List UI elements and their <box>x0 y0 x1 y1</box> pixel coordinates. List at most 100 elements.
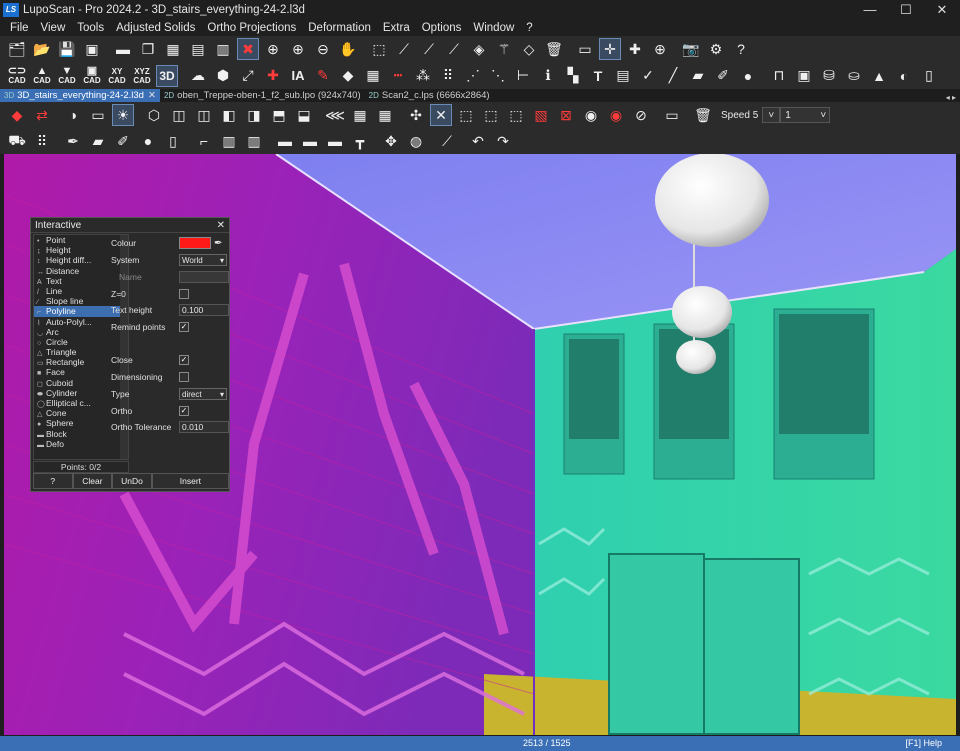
menu-ortho-projections[interactable]: Ortho Projections <box>201 22 302 34</box>
cad-link-icon[interactable]: ⊂⊃ CAD <box>6 65 28 87</box>
twod-points-icon[interactable]: ⋱ <box>487 65 509 87</box>
scanner-icon[interactable]: ⛟ <box>6 130 28 152</box>
check-tool-icon[interactable]: ✓ <box>637 65 659 87</box>
measure-icon[interactable]: ▭ <box>661 104 683 126</box>
right-view-icon[interactable]: ◨ <box>243 104 265 126</box>
zoom-in-icon[interactable]: ⊕ <box>262 38 284 60</box>
mesh-icon[interactable]: ⬢ <box>212 65 234 87</box>
red-box-icon[interactable]: ▧ <box>530 104 552 126</box>
ortho-checkbox[interactable]: ✓ <box>179 406 189 416</box>
pipette-icon[interactable]: ✒ <box>214 238 222 249</box>
wand-icon[interactable]: ⚚ <box>493 38 515 60</box>
speed-value-dropdown[interactable]: 1 ˅ <box>780 107 831 123</box>
twod-axis-icon[interactable]: ⊢ <box>512 65 534 87</box>
book-icon[interactable]: ▥ <box>218 130 240 152</box>
close-checkbox[interactable]: ✓ <box>179 355 189 365</box>
menu-options[interactable]: Options <box>416 22 468 34</box>
back-view-icon[interactable]: ◫ <box>193 104 215 126</box>
menu-tools[interactable]: Tools <box>71 22 110 34</box>
grid-points-icon[interactable]: ▦ <box>362 65 384 87</box>
cad-export-icon[interactable]: ▲ CAD <box>31 65 53 87</box>
eye-icon[interactable]: ◉ <box>580 104 602 126</box>
sphere-tool-icon[interactable]: ◐ <box>893 65 915 87</box>
trash-icon[interactable]: 🗑 <box>543 38 565 60</box>
pen-icon[interactable]: ✎ <box>312 65 334 87</box>
dashes-icon[interactable]: ┅ <box>387 65 409 87</box>
eraser-icon[interactable]: ◈ <box>468 38 490 60</box>
tab-scroll-arrows[interactable]: ◂ ▸ <box>946 93 960 102</box>
disc-tool-icon[interactable]: ● <box>737 65 759 87</box>
box-clip-icon[interactable]: ⬚ <box>505 104 527 126</box>
menu-adjusted-solids[interactable]: Adjusted Solids <box>110 22 201 34</box>
wall-tool-icon[interactable]: ▯ <box>918 65 940 87</box>
copy-layers-icon[interactable]: ❐ <box>137 38 159 60</box>
zoom-out-icon[interactable]: ⊖ <box>312 38 334 60</box>
undo-button[interactable]: UnDo <box>112 473 152 489</box>
eye-red-icon[interactable]: ◉ <box>605 104 627 126</box>
cylinder-tool-icon[interactable]: ⛁ <box>818 65 840 87</box>
tab-scan2[interactable]: 2D Scan2_c.lps (6666x2864) <box>365 89 494 102</box>
undo-icon[interactable]: ↶ <box>467 130 489 152</box>
text-height-field[interactable]: 0.100 <box>179 304 229 316</box>
cloud-icon[interactable]: ☁ <box>187 65 209 87</box>
iso-view-icon[interactable]: ⬡ <box>143 104 165 126</box>
ortho-tolerance-field[interactable]: 0.010 <box>179 421 229 433</box>
cut2-icon[interactable]: ⟋ <box>418 38 440 60</box>
pan-hand-icon[interactable]: ✋ <box>337 38 359 60</box>
plane-tool-icon[interactable]: ▰ <box>687 65 709 87</box>
close-icon[interactable]: ✕ <box>217 220 225 231</box>
select-rect-icon[interactable]: ⬚ <box>368 38 390 60</box>
type-dropdown[interactable]: direct ▾ <box>179 388 227 400</box>
broom-icon[interactable]: ⟋ <box>436 130 458 152</box>
help-icon[interactable]: ? <box>730 38 752 60</box>
ia-button[interactable]: IA <box>287 65 309 87</box>
speed-dropdown-arrow[interactable]: ˅ <box>762 107 781 123</box>
ruler-icon[interactable]: ▭ <box>574 38 596 60</box>
box-add-icon[interactable]: ⬚ <box>455 104 477 126</box>
register-icon[interactable]: ✚ <box>262 65 284 87</box>
open-folder-icon[interactable]: 📂 <box>31 38 53 60</box>
camera-icon[interactable]: 📷 <box>680 38 702 60</box>
light-icon[interactable]: ☀ <box>112 104 134 126</box>
help-button[interactable]: ? <box>33 473 73 489</box>
z0-checkbox[interactable] <box>179 289 189 299</box>
cad-xyz-icon[interactable]: XYZ CAD <box>131 65 153 87</box>
bar-step-icon[interactable]: ▬ <box>324 130 346 152</box>
cut3-icon[interactable]: ⟋ <box>443 38 465 60</box>
cad-xy-icon[interactable]: XY CAD <box>106 65 128 87</box>
close-button[interactable]: ✕ <box>924 0 960 19</box>
monitor-icon[interactable]: ▭ <box>87 104 109 126</box>
red-cross-box-icon[interactable]: ⊠ <box>555 104 577 126</box>
gear-icon[interactable]: ⚙ <box>705 38 727 60</box>
zoom-window-icon[interactable]: ⊕ <box>287 38 309 60</box>
cross-select-icon[interactable]: ✕ <box>430 104 452 126</box>
front-view-icon[interactable]: ◫ <box>168 104 190 126</box>
crosshair2-icon[interactable]: ✚ <box>624 38 646 60</box>
cad-import-icon[interactable]: ▼ CAD <box>56 65 78 87</box>
cone-tool-icon[interactable]: ▲ <box>868 65 890 87</box>
folder-icon[interactable]: ▬ <box>112 38 134 60</box>
corner-icon[interactable]: ⌐ <box>193 130 215 152</box>
book2-icon[interactable]: ▥ <box>243 130 265 152</box>
close-tab-icon[interactable]: ✕ <box>148 90 156 101</box>
world-icon[interactable]: ◍ <box>405 130 427 152</box>
folder-tree-icon[interactable]: 🗂 <box>6 38 28 60</box>
system-dropdown[interactable]: World ▾ <box>179 254 227 266</box>
clear-button[interactable]: Clear <box>72 473 113 489</box>
delete-view-icon[interactable]: ✖ <box>237 38 259 60</box>
brush-tool-icon[interactable]: ✐ <box>712 65 734 87</box>
dotted-grid-icon[interactable]: ⁂ <box>412 65 434 87</box>
bar-right-icon[interactable]: ▬ <box>299 130 321 152</box>
top-view-icon[interactable]: ⬒ <box>268 104 290 126</box>
crosshair-icon[interactable]: ✛ <box>599 38 621 60</box>
redo-icon[interactable]: ↷ <box>492 130 514 152</box>
checker-icon[interactable]: ▚ <box>562 65 584 87</box>
layers-icon[interactable]: ◆ <box>6 104 28 126</box>
points-icon[interactable]: ⠿ <box>31 130 53 152</box>
bar-t-icon[interactable]: ┳ <box>349 130 371 152</box>
threed-points-icon[interactable]: ⋰ <box>462 65 484 87</box>
pencil-icon[interactable]: ✐ <box>112 130 134 152</box>
transform-icon[interactable]: ⤢ <box>237 65 259 87</box>
grid4-icon[interactable]: ▦ <box>162 38 184 60</box>
left-view-icon[interactable]: ◧ <box>218 104 240 126</box>
